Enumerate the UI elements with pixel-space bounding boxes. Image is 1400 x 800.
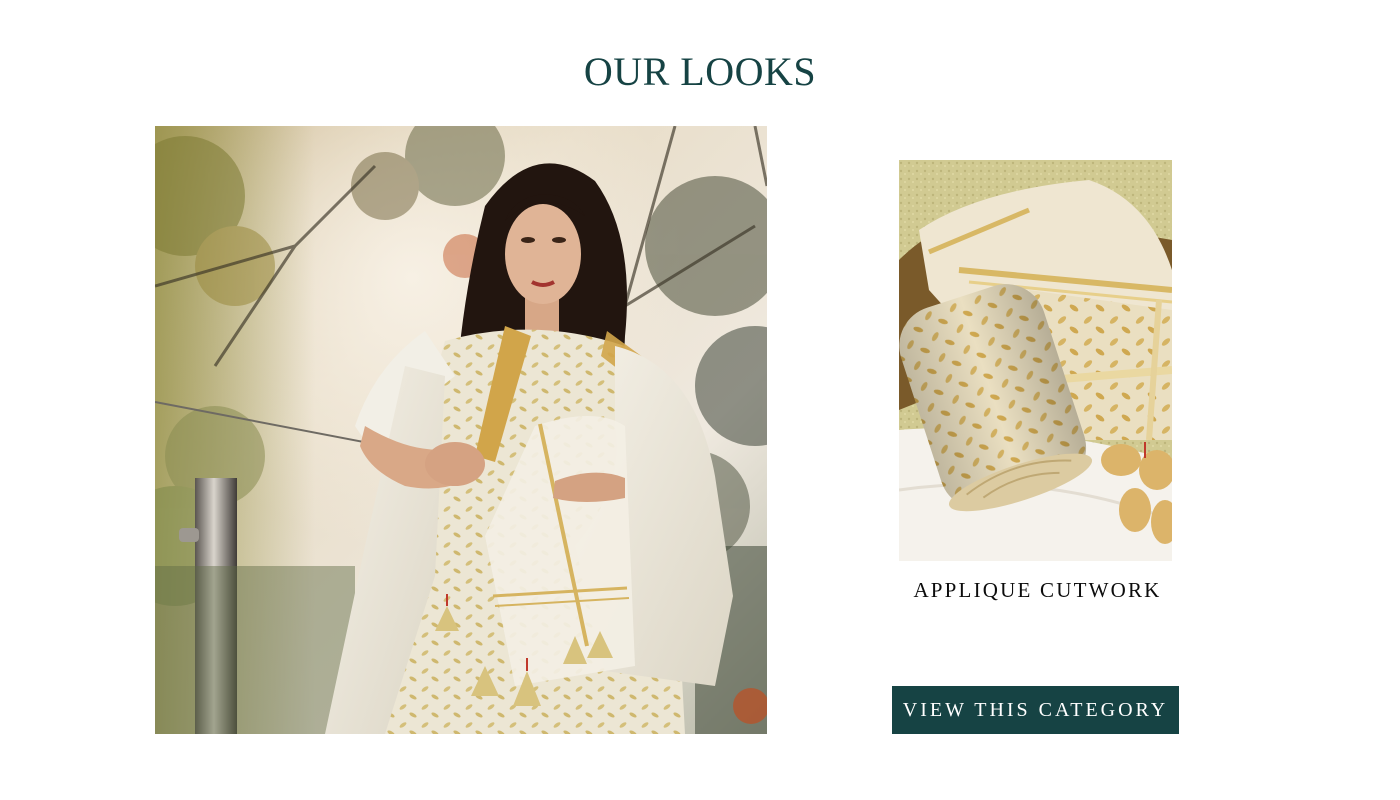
- section-title: OUR LOOKS: [583, 49, 817, 94]
- look-photo[interactable]: [155, 126, 767, 734]
- product-photo[interactable]: [899, 160, 1172, 561]
- view-category-button[interactable]: VIEW THIS CATEGORY: [892, 686, 1179, 734]
- product-name: APPLIQUE CUTWORK: [913, 578, 1162, 602]
